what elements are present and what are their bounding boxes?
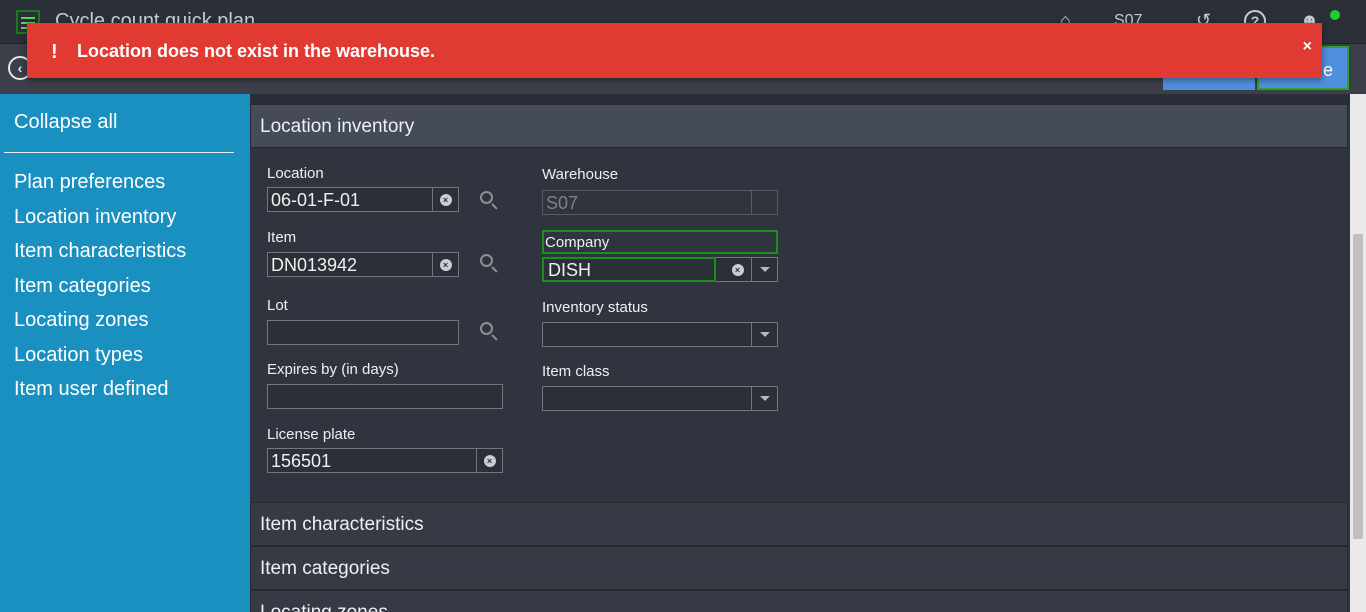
inventory-status-dropdown-button[interactable] <box>751 322 778 347</box>
clear-license-plate-button[interactable]: × <box>476 448 503 473</box>
alert-icon: ! <box>51 41 58 63</box>
chevron-down-icon <box>759 396 770 401</box>
sidebar-item-location-types[interactable]: Location types <box>14 343 186 378</box>
item-class-select[interactable] <box>542 386 778 411</box>
online-status-icon <box>1330 10 1340 20</box>
sidebar-item-item-categories[interactable]: Item categories <box>14 274 186 309</box>
company-label: Company <box>545 234 610 251</box>
sidebar-nav: Plan preferences Location inventory Item… <box>14 170 186 412</box>
license-plate-label: License plate <box>267 426 356 443</box>
inventory-status-select[interactable] <box>542 322 778 347</box>
item-label: Item <box>267 229 297 246</box>
clear-item-button[interactable]: × <box>432 252 459 277</box>
expires-by-label: Expires by (in days) <box>267 361 399 378</box>
error-message: Location does not exist in the warehouse… <box>77 41 436 61</box>
sidebar: Collapse all Plan preferences Location i… <box>0 94 250 612</box>
lot-label: Lot <box>267 297 288 314</box>
sidebar-item-location-inventory[interactable]: Location inventory <box>14 205 186 240</box>
section-title: Item characteristics <box>260 514 424 535</box>
section-header-item-characteristics[interactable]: Item characteristics <box>250 502 1348 546</box>
clear-icon: × <box>483 454 496 467</box>
chevron-down-icon <box>759 332 770 337</box>
section-header-locating-zones[interactable]: Locating zones <box>250 590 1348 612</box>
sidebar-item-locating-zones[interactable]: Locating zones <box>14 308 186 343</box>
warehouse-label: Warehouse <box>542 166 619 183</box>
location-label: Location <box>267 165 324 182</box>
item-class-label: Item class <box>542 363 610 380</box>
item-class-dropdown-button[interactable] <box>751 386 778 411</box>
clear-icon: × <box>439 193 452 206</box>
search-icon[interactable] <box>478 252 500 274</box>
error-toast: ! Location does not exist in the warehou… <box>27 23 1322 78</box>
location-value: 06-01-F-01 <box>271 190 361 210</box>
section-title: Item categories <box>260 558 390 579</box>
chevron-down-icon <box>759 267 770 272</box>
scrollbar-thumb[interactable] <box>1353 234 1363 539</box>
clear-icon: × <box>731 263 744 276</box>
section-title: Location inventory <box>260 116 415 137</box>
divider <box>4 152 234 153</box>
clear-icon: × <box>439 258 452 271</box>
warehouse-value: S07 <box>546 193 579 213</box>
inventory-status-label: Inventory status <box>542 299 648 316</box>
license-plate-input[interactable]: 156501 × <box>267 448 503 473</box>
sidebar-item-item-characteristics[interactable]: Item characteristics <box>14 239 186 274</box>
section-title: Locating zones <box>260 602 388 612</box>
company-label-box: Company <box>542 230 778 254</box>
warehouse-dropdown-button <box>751 190 778 215</box>
company-value: DISH <box>548 260 592 280</box>
collapse-all-link[interactable]: Collapse all <box>14 111 117 134</box>
search-icon[interactable] <box>478 320 500 342</box>
section-header-item-categories[interactable]: Item categories <box>250 546 1348 590</box>
main-content: Location inventory Location 06-01-F-01 ×… <box>250 94 1350 612</box>
license-plate-value: 156501 <box>271 451 332 471</box>
company-input[interactable]: DISH × <box>542 257 778 282</box>
location-input[interactable]: 06-01-F-01 × <box>267 187 459 212</box>
expires-by-input[interactable] <box>267 384 503 409</box>
item-value: DN013942 <box>271 255 358 275</box>
section-header-location-inventory[interactable]: Location inventory <box>250 104 1348 148</box>
scrollbar[interactable] <box>1350 94 1366 612</box>
clear-location-button[interactable]: × <box>432 187 459 212</box>
warehouse-input: S07 <box>542 190 778 215</box>
item-input[interactable]: DN013942 × <box>267 252 459 277</box>
clear-company-button[interactable]: × <box>724 257 751 282</box>
sidebar-item-plan-preferences[interactable]: Plan preferences <box>14 170 186 205</box>
close-icon[interactable]: × <box>1303 38 1312 56</box>
search-icon[interactable] <box>478 189 500 211</box>
lot-input[interactable] <box>267 320 459 345</box>
sidebar-item-item-user-defined[interactable]: Item user defined <box>14 377 186 412</box>
company-dropdown-button[interactable] <box>751 257 778 282</box>
